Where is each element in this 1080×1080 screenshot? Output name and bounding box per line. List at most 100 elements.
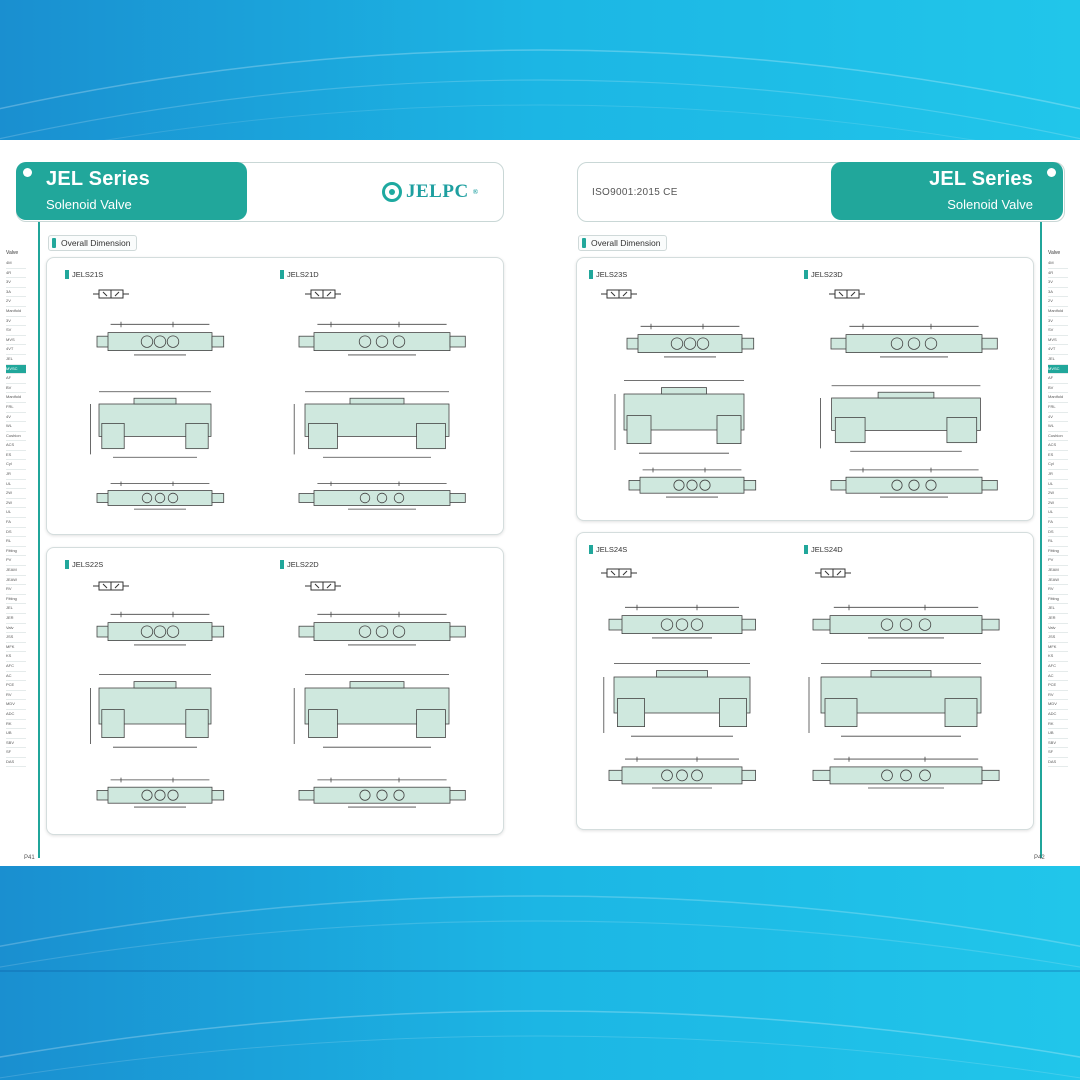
valve-schematic [293, 391, 450, 458]
right-page-rule [1040, 178, 1042, 858]
side-index-item: PCE [6, 681, 26, 691]
side-index-item: RK [1048, 720, 1068, 730]
side-index-item: 3A [6, 288, 26, 298]
model-label: JELS24S [589, 545, 627, 554]
dimension-panel-bottom: JELS22S JELS22D [46, 547, 504, 835]
brand-name: JELPC [406, 181, 469, 202]
valve-drawing-front-view [287, 386, 467, 458]
side-index-item: UB [6, 729, 26, 739]
valve-symbol-icon [601, 289, 637, 299]
side-index-item: JSS [6, 633, 26, 643]
side-index-item: SV [1048, 326, 1068, 336]
left-series-tab: JEL Series Solenoid Valve [16, 162, 247, 220]
side-index-items: 4M 4R 3V 3A 2V Manifold 3V SV MVS 4VT JEL MVSC AF BV M… [6, 259, 26, 768]
side-index-item: MDV [6, 700, 26, 710]
valve-drawing-top-view [829, 322, 999, 358]
side-index-right: Valve 4M 4R 3V 3A 2V Manifold 3V SV MVS 4VT JEL MVS… [1048, 250, 1068, 768]
side-index-item: RV [6, 691, 26, 701]
valve-schematic [298, 481, 466, 510]
valve-drawing-front-view [609, 374, 759, 454]
side-index-item: UL [1048, 480, 1068, 490]
certification-text: ISO9001:2015 CE [592, 187, 678, 198]
side-index-item: AFC [1048, 662, 1068, 672]
side-index-item: JER [6, 614, 26, 624]
valve-drawing-top-view [95, 610, 225, 646]
side-index-item: JEL [6, 604, 26, 614]
jelpc-logo-icon [382, 182, 402, 202]
side-index-item: WL [6, 422, 26, 432]
side-index-item: Manifold [6, 307, 26, 317]
side-index-item: MFK [1048, 643, 1068, 653]
valve-symbol-icon [305, 581, 341, 591]
section-label: Overall Dimension [48, 235, 138, 251]
valve-schematic [830, 323, 998, 358]
side-index-item: FA [1048, 518, 1068, 528]
valve-symbol-icon [93, 581, 129, 591]
side-index-item: MFK [6, 643, 26, 653]
side-index-left: Valve 4M 4R 3V 3A 2V Manifold 3V SV MVS 4VT JEL MVS… [6, 250, 26, 768]
side-index-item: PV [1048, 556, 1068, 566]
side-index-item: Valv [6, 624, 26, 634]
side-index-item: 3V [1048, 317, 1068, 327]
side-index-item: DAS [6, 758, 26, 768]
side-index-header: Valve [6, 250, 19, 256]
side-index-item: 3V [6, 278, 26, 288]
brand-logo: JELPC ® [382, 181, 478, 203]
side-index-item: RV [6, 585, 26, 595]
side-index-item: JER [1048, 614, 1068, 624]
side-index-item: WL [1048, 422, 1068, 432]
valve-drawing-top-view [95, 320, 225, 356]
valve-drawing-top-view [625, 322, 755, 358]
side-index-item: RL [1048, 537, 1068, 547]
side-index-item: 4V [1048, 413, 1068, 423]
valve-drawing-bottom-view [829, 466, 999, 498]
valve-schematic [96, 321, 225, 356]
side-index-item: JEAW [1048, 576, 1068, 586]
side-index-item: 4V [6, 413, 26, 423]
left-page: JEL Series Solenoid Valve JELPC ® Overal… [0, 140, 540, 866]
side-index-item: AF [1048, 374, 1068, 384]
model-label: JELS21D [280, 270, 319, 279]
side-index-item: ACS [1048, 441, 1068, 451]
side-index-item: RK [6, 720, 26, 730]
certification: ISO9001:2015 CE [592, 187, 678, 198]
side-index-item: Cushion [6, 432, 26, 442]
valve-drawing-bottom-view [627, 466, 757, 498]
valve-schematic [608, 604, 756, 639]
valve-schematic [830, 467, 998, 498]
dimension-panel-top: JELS23S JELS23D [576, 257, 1034, 521]
valve-drawing-front-view [597, 657, 767, 737]
side-index-item: Fitting [6, 595, 26, 605]
valve-drawing-front-view [85, 386, 225, 458]
side-index-item: PCE [1048, 681, 1068, 691]
side-index-item: UL [6, 480, 26, 490]
side-index-item: BV [6, 384, 26, 394]
side-index-item: FRL [6, 403, 26, 413]
right-series-tab: JEL Series Solenoid Valve [831, 162, 1063, 220]
side-index-item: RV [1048, 585, 1068, 595]
dimension-panel-bottom: JELS24S JELS24D [576, 532, 1034, 830]
side-index-item: AC [6, 672, 26, 682]
valve-schematic [298, 611, 466, 646]
side-index-item: UL [1048, 508, 1068, 519]
valve-schematic [90, 674, 212, 748]
side-index-item: DAS [1048, 758, 1068, 768]
side-index-item: JEL [6, 355, 26, 365]
side-index-item: Fitting [1048, 595, 1068, 605]
valve-drawing-bottom-view [95, 776, 225, 808]
valve-drawing-top-view [297, 610, 467, 646]
side-index-item: UL [6, 508, 26, 519]
valve-drawing-front-view [813, 380, 999, 452]
side-index-item: Manifold [1048, 307, 1068, 317]
side-index-item: 3V [6, 317, 26, 327]
valve-schematic [808, 663, 982, 737]
side-index-item: SF [6, 748, 26, 758]
side-index-item: DS [1048, 528, 1068, 538]
side-index-item: Valv [1048, 624, 1068, 634]
side-index-item: SV [6, 326, 26, 336]
side-index-item: 2W [1048, 489, 1068, 499]
side-index-item: 4VT [6, 345, 26, 355]
catalog-spread: JEL Series Solenoid Valve JELPC ® Overal… [0, 140, 1080, 866]
model-label: JELS24D [804, 545, 843, 554]
valve-drawing-top-view [811, 603, 1001, 639]
